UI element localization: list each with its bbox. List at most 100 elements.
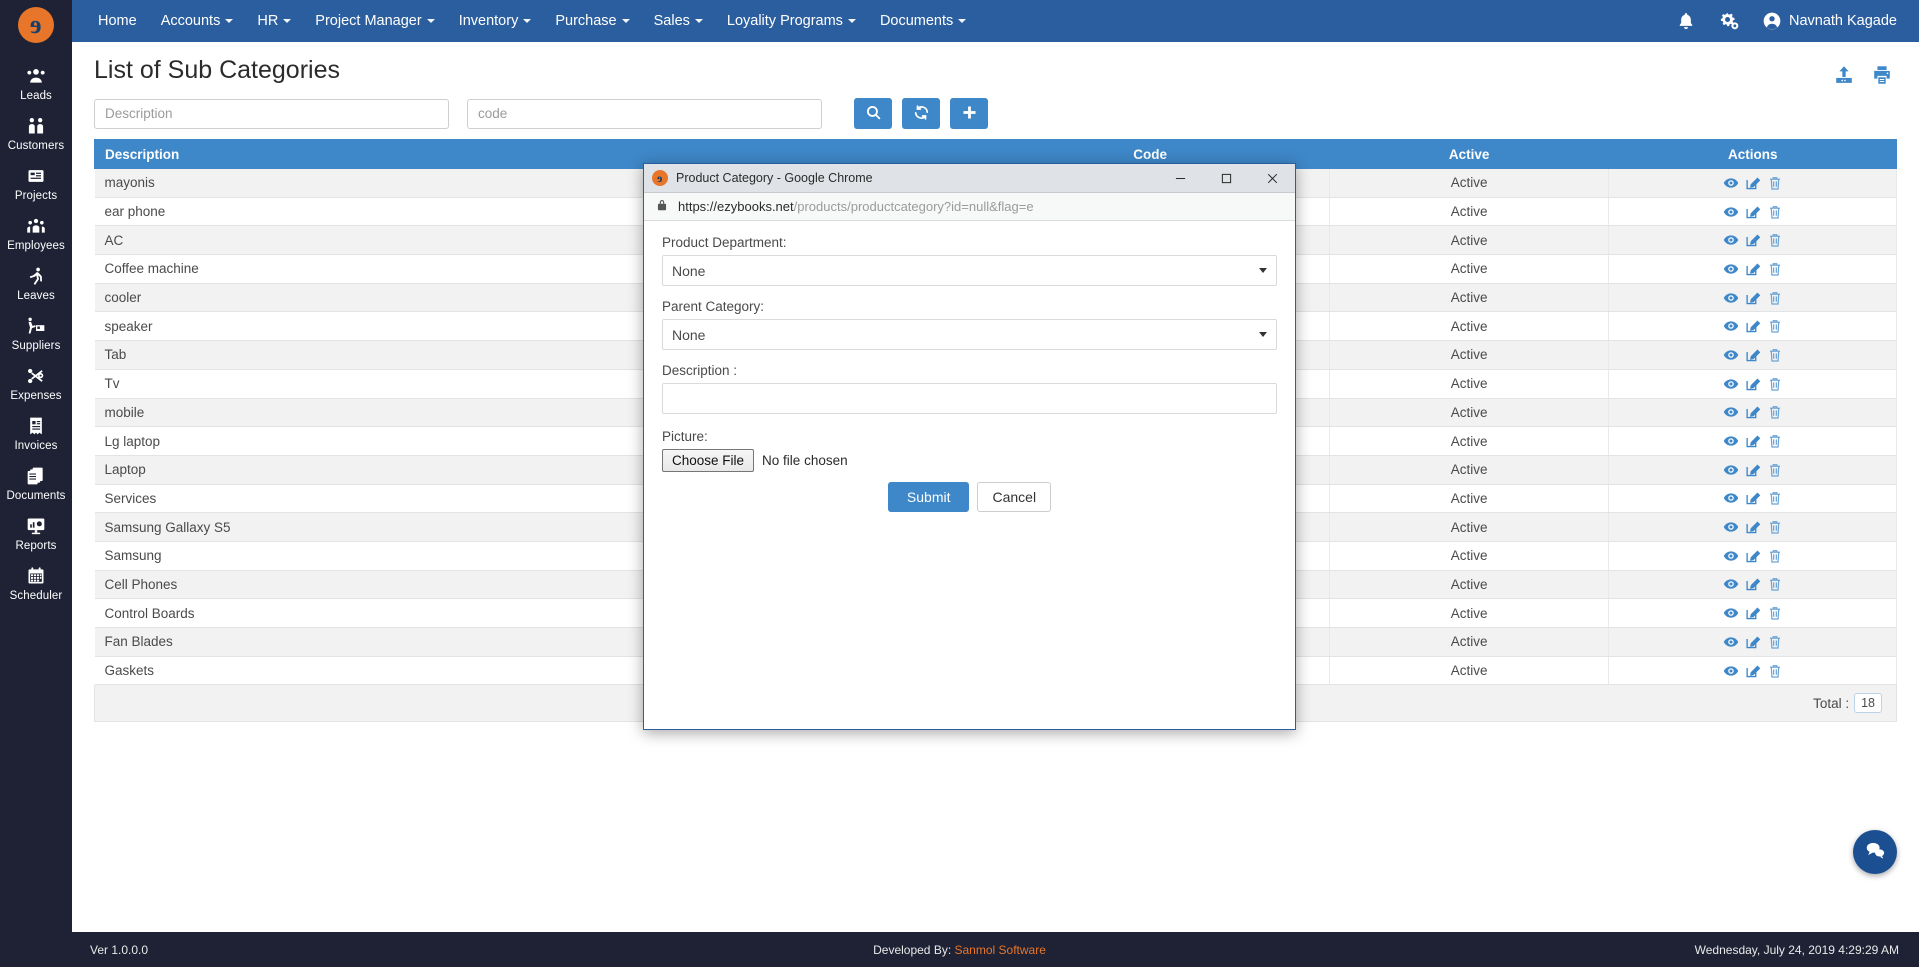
view-icon[interactable] bbox=[1723, 204, 1739, 220]
edit-icon[interactable] bbox=[1745, 175, 1761, 191]
description-input[interactable] bbox=[662, 383, 1277, 414]
sidebar-item-leads[interactable]: Leads bbox=[0, 58, 72, 108]
edit-icon[interactable] bbox=[1745, 634, 1761, 650]
sidebar-item-projects[interactable]: Projects bbox=[0, 158, 72, 208]
add-button[interactable] bbox=[950, 98, 988, 129]
delete-icon[interactable] bbox=[1767, 376, 1783, 392]
view-icon[interactable] bbox=[1723, 318, 1739, 334]
view-icon[interactable] bbox=[1723, 605, 1739, 621]
print-icon[interactable] bbox=[1871, 64, 1893, 86]
view-icon[interactable] bbox=[1723, 261, 1739, 277]
edit-icon[interactable] bbox=[1745, 548, 1761, 564]
view-icon[interactable] bbox=[1723, 519, 1739, 535]
total-records: Total : 18 bbox=[1813, 693, 1882, 714]
popup-title-bar[interactable]: e Product Category - Google Chrome bbox=[644, 164, 1295, 193]
nav-item-purchase[interactable]: Purchase bbox=[543, 0, 641, 42]
nav-item-project-manager[interactable]: Project Manager bbox=[303, 0, 446, 42]
view-icon[interactable] bbox=[1723, 490, 1739, 506]
sidebar-item-employees[interactable]: Employees bbox=[0, 208, 72, 258]
edit-icon[interactable] bbox=[1745, 663, 1761, 679]
gears-icon[interactable] bbox=[1718, 11, 1740, 31]
nav-item-inventory[interactable]: Inventory bbox=[447, 0, 544, 42]
app-logo[interactable]: e bbox=[0, 0, 72, 50]
edit-icon[interactable] bbox=[1745, 462, 1761, 478]
sidebar-item-leaves[interactable]: Leaves bbox=[0, 258, 72, 308]
sidebar-item-suppliers[interactable]: Suppliers bbox=[0, 308, 72, 358]
edit-icon[interactable] bbox=[1745, 433, 1761, 449]
view-icon[interactable] bbox=[1723, 290, 1739, 306]
delete-icon[interactable] bbox=[1767, 605, 1783, 621]
parent-category-select[interactable]: None bbox=[662, 319, 1277, 350]
edit-icon[interactable] bbox=[1745, 204, 1761, 220]
close-icon[interactable] bbox=[1249, 164, 1295, 193]
delete-icon[interactable] bbox=[1767, 663, 1783, 679]
sidebar-item-customers[interactable]: Customers bbox=[0, 108, 72, 158]
delete-icon[interactable] bbox=[1767, 433, 1783, 449]
edit-icon[interactable] bbox=[1745, 576, 1761, 592]
view-icon[interactable] bbox=[1723, 576, 1739, 592]
nav-item-loyality-programs[interactable]: Loyality Programs bbox=[715, 0, 868, 42]
sidebar-item-reports[interactable]: Reports bbox=[0, 508, 72, 558]
search-description-input[interactable] bbox=[94, 98, 449, 129]
delete-icon[interactable] bbox=[1767, 290, 1783, 306]
popup-url-bar[interactable]: https://ezybooks.net/products/productcat… bbox=[644, 193, 1295, 221]
refresh-button[interactable] bbox=[902, 98, 940, 129]
delete-icon[interactable] bbox=[1767, 318, 1783, 334]
nav-item-accounts[interactable]: Accounts bbox=[149, 0, 246, 42]
edit-icon[interactable] bbox=[1745, 261, 1761, 277]
view-icon[interactable] bbox=[1723, 433, 1739, 449]
user-menu[interactable]: Navnath Kagade bbox=[1762, 11, 1897, 31]
column-header-active[interactable]: Active bbox=[1328, 139, 1610, 169]
maximize-icon[interactable] bbox=[1203, 164, 1249, 193]
delete-icon[interactable] bbox=[1767, 261, 1783, 277]
view-icon[interactable] bbox=[1723, 663, 1739, 679]
delete-icon[interactable] bbox=[1767, 404, 1783, 420]
sidebar-item-documents[interactable]: Documents bbox=[0, 458, 72, 508]
view-icon[interactable] bbox=[1723, 462, 1739, 478]
product-department-select[interactable]: None bbox=[662, 255, 1277, 286]
submit-button[interactable]: Submit bbox=[887, 482, 970, 512]
delete-icon[interactable] bbox=[1767, 519, 1783, 535]
edit-icon[interactable] bbox=[1745, 519, 1761, 535]
view-icon[interactable] bbox=[1723, 634, 1739, 650]
sidebar-item-expenses[interactable]: Expenses bbox=[0, 358, 72, 408]
delete-icon[interactable] bbox=[1767, 232, 1783, 248]
bell-icon[interactable] bbox=[1676, 11, 1696, 31]
nav-item-home[interactable]: Home bbox=[86, 0, 149, 42]
minimize-icon[interactable] bbox=[1157, 164, 1203, 193]
edit-icon[interactable] bbox=[1745, 605, 1761, 621]
search-code-input[interactable] bbox=[467, 98, 822, 129]
view-icon[interactable] bbox=[1723, 548, 1739, 564]
edit-icon[interactable] bbox=[1745, 404, 1761, 420]
delete-icon[interactable] bbox=[1767, 548, 1783, 564]
developer-link[interactable]: Sanmol Software bbox=[955, 943, 1046, 957]
nav-item-documents[interactable]: Documents bbox=[868, 0, 978, 42]
view-icon[interactable] bbox=[1723, 376, 1739, 392]
delete-icon[interactable] bbox=[1767, 347, 1783, 363]
view-icon[interactable] bbox=[1723, 347, 1739, 363]
nav-item-sales[interactable]: Sales bbox=[642, 0, 715, 42]
sidebar-item-scheduler[interactable]: Scheduler bbox=[0, 558, 72, 608]
edit-icon[interactable] bbox=[1745, 490, 1761, 506]
edit-icon[interactable] bbox=[1745, 232, 1761, 248]
view-icon[interactable] bbox=[1723, 232, 1739, 248]
search-button[interactable] bbox=[854, 98, 892, 129]
edit-icon[interactable] bbox=[1745, 290, 1761, 306]
edit-icon[interactable] bbox=[1745, 347, 1761, 363]
delete-icon[interactable] bbox=[1767, 204, 1783, 220]
edit-icon[interactable] bbox=[1745, 318, 1761, 334]
delete-icon[interactable] bbox=[1767, 576, 1783, 592]
delete-icon[interactable] bbox=[1767, 634, 1783, 650]
view-icon[interactable] bbox=[1723, 404, 1739, 420]
delete-icon[interactable] bbox=[1767, 175, 1783, 191]
chat-button[interactable] bbox=[1853, 830, 1897, 874]
upload-icon[interactable] bbox=[1833, 64, 1855, 86]
view-icon[interactable] bbox=[1723, 175, 1739, 191]
cancel-button[interactable]: Cancel bbox=[977, 482, 1052, 512]
sidebar-item-invoices[interactable]: Invoices bbox=[0, 408, 72, 458]
delete-icon[interactable] bbox=[1767, 462, 1783, 478]
nav-item-hr[interactable]: HR bbox=[245, 0, 303, 42]
choose-file-button[interactable]: Choose File bbox=[662, 449, 755, 472]
edit-icon[interactable] bbox=[1745, 376, 1761, 392]
delete-icon[interactable] bbox=[1767, 490, 1783, 506]
